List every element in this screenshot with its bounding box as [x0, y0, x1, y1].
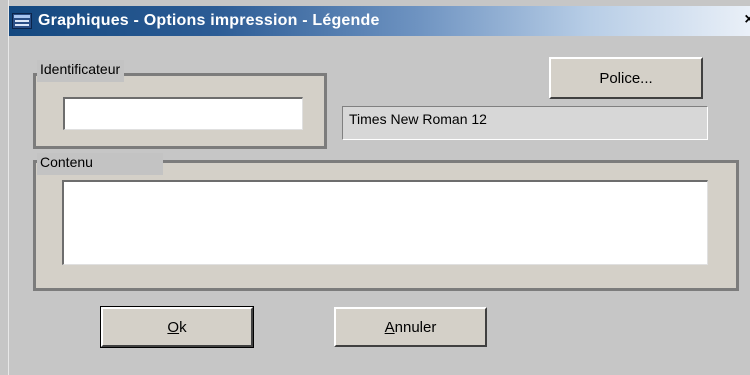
- window-icon: [12, 13, 32, 29]
- contenu-textarea[interactable]: [62, 180, 708, 265]
- title-bar[interactable]: Graphiques - Options impression - Légend…: [9, 6, 750, 36]
- police-button[interactable]: Police...: [549, 57, 703, 99]
- cancel-button[interactable]: Annuler: [334, 307, 487, 347]
- contenu-label: Contenu: [37, 153, 163, 175]
- window-title: Graphiques - Options impression - Légend…: [38, 12, 380, 29]
- identificateur-label: Identificateur: [37, 60, 125, 82]
- close-icon[interactable]: ×: [741, 12, 750, 28]
- cancel-button-label: Annuler: [384, 318, 437, 336]
- ok-button-label: Ok: [167, 318, 187, 336]
- dialog-window: Graphiques - Options impression - Légend…: [8, 0, 750, 375]
- identificateur-input[interactable]: [63, 97, 303, 130]
- ok-button[interactable]: Ok: [100, 306, 254, 348]
- police-button-label: Police...: [599, 69, 653, 87]
- current-font-display: Times New Roman 12: [342, 106, 708, 140]
